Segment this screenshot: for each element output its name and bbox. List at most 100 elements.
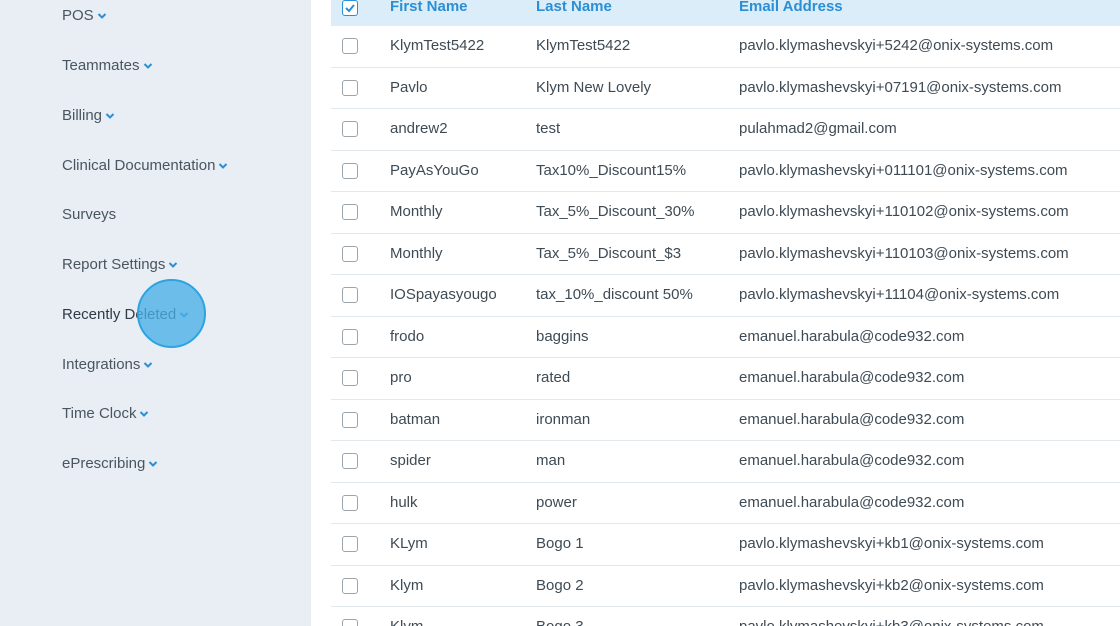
row-checkbox[interactable] [342, 328, 358, 345]
cell-email: pavlo.klymashevskyi+110103@onix-systems.… [739, 244, 1069, 262]
checkbox-unchecked [342, 38, 358, 54]
table-row[interactable]: KLym Bogo 1 pavlo.klymashevskyi+kb1@onix… [331, 524, 1120, 566]
column-header-email[interactable]: Email Address [739, 0, 843, 15]
chevron-down-icon [143, 61, 153, 71]
chevron-down-icon [105, 111, 115, 121]
cell-email: pulahmad2@gmail.com [739, 120, 897, 137]
cell-first-name: frodo [390, 327, 425, 345]
table-row[interactable]: batman ironman emanuel.harabula@code932.… [331, 400, 1120, 441]
row-checkbox[interactable] [342, 204, 358, 220]
chevron-down-icon [139, 409, 149, 419]
sidebar-item-integrations[interactable]: Integrations [62, 356, 153, 373]
row-checkbox[interactable] [342, 245, 358, 262]
row-checkbox[interactable] [342, 577, 358, 594]
cell-first-name: batman [390, 410, 441, 428]
table-row[interactable]: KlymTest5422 KlymTest5422 pavlo.klymashe… [331, 26, 1120, 68]
sidebar-item-surveys[interactable]: Surveys [62, 206, 116, 223]
sidebar-item-clinical-documentation[interactable]: Clinical Documentation [62, 157, 228, 174]
cell-last-name: tax_10%_discount 50% [536, 286, 693, 303]
main-content: First Name Last Name Email Address KlymT… [311, 0, 1120, 626]
row-checkbox[interactable] [342, 453, 358, 469]
chevron-down-icon [97, 11, 107, 21]
table-row[interactable]: Klym Bogo 2 pavlo.klymashevskyi+kb2@onix… [331, 566, 1120, 607]
sidebar-item-label: Time Clock [62, 405, 137, 422]
checkbox-unchecked [342, 204, 358, 220]
checkbox-unchecked [342, 121, 358, 137]
cell-last-name: Bogo 3 [536, 618, 584, 626]
cell-first-name: spider [390, 452, 431, 469]
sidebar-item-report-settings[interactable]: Report Settings [62, 256, 178, 273]
sidebar-item-label: ePrescribing [62, 455, 146, 472]
cell-last-name: Tax_5%_Discount_30% [536, 203, 695, 220]
sidebar-item-pos[interactable]: POS [62, 7, 107, 24]
cell-first-name: KLym [390, 535, 428, 552]
row-checkbox[interactable] [342, 370, 358, 386]
chevron-down-icon [179, 310, 189, 320]
sidebar-item-label: Surveys [62, 206, 117, 223]
cell-first-name: hulk [390, 493, 418, 511]
select-all-checkbox[interactable] [342, 0, 358, 16]
cell-first-name: Pavlo [390, 78, 428, 96]
row-checkbox[interactable] [342, 411, 358, 428]
checkbox-checked [342, 0, 358, 16]
sidebar-item-billing[interactable]: Billing [62, 107, 115, 124]
chevron-down-icon [218, 161, 228, 171]
sidebar-item-recently-deleted[interactable]: Recently Deleted [62, 306, 189, 323]
cell-last-name: KlymTest5422 [536, 37, 631, 54]
sidebar-item-teammates[interactable]: Teammates [62, 57, 153, 74]
cell-email: emanuel.harabula@code932.com [739, 452, 965, 469]
table-row[interactable]: pro rated emanuel.harabula@code932.com [331, 358, 1120, 400]
cell-first-name: IOSpayasyougo [390, 286, 497, 303]
row-checkbox[interactable] [342, 38, 358, 54]
checkbox-unchecked [342, 370, 358, 386]
cell-email: pavlo.klymashevskyi+07191@onix-systems.c… [739, 78, 1062, 96]
row-checkbox[interactable] [342, 121, 358, 137]
row-checkbox[interactable] [342, 162, 358, 179]
table-header-row: First Name Last Name Email Address [331, 0, 1120, 26]
cell-email: pavlo.klymashevskyi+011101@onix-systems.… [739, 161, 1068, 179]
cell-first-name: andrew2 [390, 120, 448, 137]
table-row[interactable]: Monthly Tax_5%_Discount_30% pavlo.klymas… [331, 192, 1120, 234]
checkbox-unchecked [342, 287, 358, 303]
cell-first-name: Klym [390, 618, 423, 626]
cell-first-name: Monthly [390, 203, 443, 220]
table-row[interactable]: spider man emanuel.harabula@code932.com [331, 441, 1120, 483]
table-row[interactable]: PayAsYouGo Tax10%_Discount15% pavlo.klym… [331, 151, 1120, 192]
row-checkbox[interactable] [342, 79, 358, 96]
table-row[interactable]: frodo baggins emanuel.harabula@code932.c… [331, 317, 1120, 358]
column-header-last-name[interactable]: Last Name [536, 0, 612, 15]
table-row[interactable]: andrew2 test pulahmad2@gmail.com [331, 109, 1120, 151]
checkbox-unchecked [342, 494, 358, 511]
cell-first-name: Monthly [390, 244, 443, 262]
table-row[interactable]: Klym Bogo 3 pavlo.klymashevskyi+kb3@onix… [331, 607, 1120, 626]
cell-email: emanuel.harabula@code932.com [739, 410, 965, 428]
cell-email: pavlo.klymashevskyi+110102@onix-systems.… [739, 203, 1069, 220]
row-checkbox[interactable] [342, 619, 358, 626]
row-checkbox[interactable] [342, 287, 358, 303]
table-row[interactable]: Pavlo Klym New Lovely pavlo.klymashevsky… [331, 68, 1120, 109]
cell-email: pavlo.klymashevskyi+kb3@onix-systems.com [739, 618, 1044, 626]
cell-last-name: Tax10%_Discount15% [536, 161, 687, 179]
cell-last-name: test [536, 120, 561, 137]
table-row[interactable]: IOSpayasyougo tax_10%_discount 50% pavlo… [331, 275, 1120, 317]
cell-last-name: ironman [536, 410, 591, 428]
table-row[interactable]: hulk power emanuel.harabula@code932.com [331, 483, 1120, 524]
column-header-first-name[interactable]: First Name [390, 0, 468, 15]
cell-email: emanuel.harabula@code932.com [739, 327, 965, 345]
sidebar-item-eprescribing[interactable]: ePrescribing [62, 455, 158, 472]
sidebar-item-time-clock[interactable]: Time Clock [62, 405, 149, 422]
cell-last-name: rated [536, 369, 571, 386]
cell-email: emanuel.harabula@code932.com [739, 493, 965, 511]
cell-last-name: Klym New Lovely [536, 78, 652, 96]
row-checkbox[interactable] [342, 536, 358, 552]
checkbox-unchecked [342, 577, 358, 594]
sidebar-item-label: Report Settings [62, 256, 166, 273]
cell-email: pavlo.klymashevskyi+11104@onix-systems.c… [739, 286, 1060, 303]
table-row[interactable]: Monthly Tax_5%_Discount_$3 pavlo.klymash… [331, 234, 1120, 275]
checkbox-unchecked [342, 162, 358, 179]
cell-last-name: Tax_5%_Discount_$3 [536, 244, 682, 262]
row-checkbox[interactable] [342, 494, 358, 511]
cell-email: pavlo.klymashevskyi+kb2@onix-systems.com [739, 576, 1044, 594]
settings-sidebar: POS Teammates Billing Clinical Documenta… [0, 0, 311, 626]
chevron-down-icon [168, 260, 178, 270]
